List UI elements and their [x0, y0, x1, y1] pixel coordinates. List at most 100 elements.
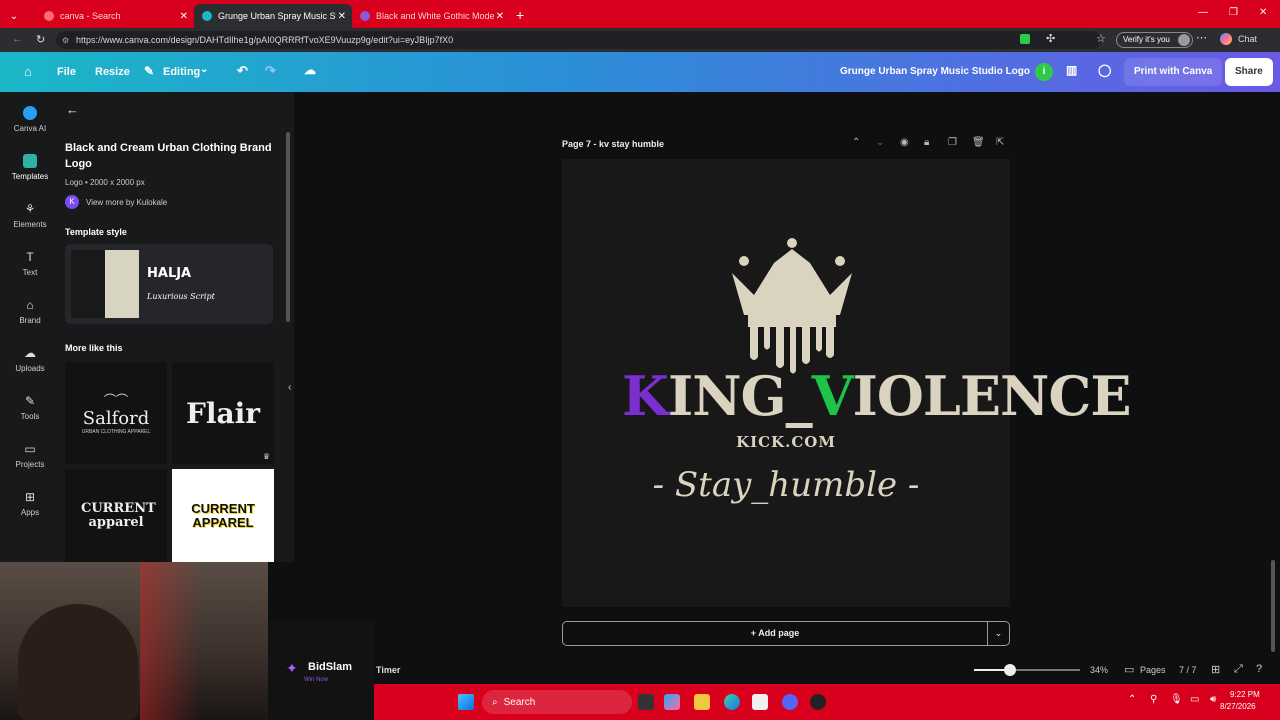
profile-avatar[interactable] — [1177, 34, 1190, 46]
battery-icon[interactable]: ▭ — [1190, 694, 1199, 705]
clock-date[interactable]: 8/27/2026 — [1220, 702, 1256, 711]
comments-icon[interactable]: ◯ — [1098, 63, 1111, 77]
reload-icon[interactable]: ↻ — [36, 33, 45, 46]
chat-label[interactable]: Chat — [1238, 34, 1257, 44]
info-badge[interactable]: i — [1035, 63, 1053, 81]
rail-text[interactable]: T Text — [0, 250, 60, 277]
print-button[interactable]: Print with Canva — [1124, 58, 1223, 86]
tab-canva-search[interactable]: canva - Search ✕ — [36, 4, 194, 28]
chevron-down-icon[interactable]: ⌄ — [876, 137, 884, 148]
taskbar-search[interactable]: ⌕ Search — [482, 690, 632, 714]
crown-drip-graphic[interactable] — [722, 235, 862, 375]
edge-icon[interactable] — [724, 694, 740, 710]
undo-icon[interactable]: ↶ — [237, 63, 248, 79]
rail-apps[interactable]: ⊞ Apps — [0, 490, 60, 517]
rail-templates[interactable]: Templates — [0, 154, 60, 181]
rail-label: Elements — [13, 220, 47, 229]
file-explorer-icon[interactable] — [694, 694, 710, 710]
tab-black-white-gothic[interactable]: Black and White Gothic Modern ✕ — [352, 4, 510, 28]
template-thumb[interactable]: CURRENT apparel — [65, 469, 167, 562]
tools-icon: ✎ — [24, 394, 36, 408]
verify-button[interactable]: Verify it's you — [1116, 32, 1193, 48]
redo-icon[interactable]: ↷ — [265, 63, 276, 79]
rail-brand[interactable]: ⌂ Brand — [0, 298, 60, 325]
back-arrow-icon[interactable]: ← — [66, 102, 79, 117]
network-icon[interactable]: ⚲ — [1150, 694, 1157, 705]
editing-mode-button[interactable]: Editing — [163, 66, 200, 78]
mic-icon[interactable]: 🎙︎ — [1170, 694, 1183, 705]
windows-start-icon[interactable] — [458, 694, 474, 710]
close-icon[interactable]: ✕ — [496, 11, 504, 22]
home-icon[interactable]: ⌂ — [24, 64, 32, 79]
zoom-slider-thumb[interactable] — [1004, 664, 1016, 676]
logo-tagline[interactable]: - Stay_humble - — [562, 465, 1010, 505]
add-page-icon[interactable]: ⇱ — [996, 137, 1004, 148]
copilot-app-icon[interactable] — [664, 694, 680, 710]
back-icon[interactable]: ← — [12, 33, 23, 45]
rail-tools[interactable]: ✎ Tools — [0, 394, 60, 421]
trash-icon[interactable]: 🗑︎ — [972, 137, 985, 148]
duplicate-icon[interactable]: ❐ — [948, 137, 957, 148]
extensions-puzzle-icon[interactable]: ✣ — [1046, 32, 1055, 45]
minimize-icon[interactable]: — — [1198, 7, 1208, 18]
insights-icon[interactable]: ▥ — [1066, 63, 1077, 77]
pages-button[interactable]: Pages — [1140, 665, 1166, 675]
zoom-level[interactable]: 34% — [1090, 665, 1108, 675]
url-field[interactable]: ⚙ https://www.canva.com/design/DAHTdIlhe… — [56, 31, 1101, 49]
volume-icon[interactable]: 🔊︎ — [1210, 694, 1216, 705]
chevron-up-icon[interactable]: ⌃ — [852, 137, 860, 148]
more-icon[interactable]: ⋯ — [1196, 31, 1207, 44]
zoom-slider[interactable] — [974, 664, 1080, 676]
rail-canva-ai[interactable]: Canva AI — [0, 106, 60, 133]
tab-grunge-urban[interactable]: Grunge Urban Spray Music Studio ✕ — [194, 4, 352, 28]
tab-menu-icon[interactable]: ⌄ — [0, 11, 28, 22]
design-title[interactable]: Grunge Urban Spray Music Studio Logo — [840, 66, 1030, 77]
share-button[interactable]: Share — [1225, 58, 1273, 86]
rail-uploads[interactable]: ☁ Uploads — [0, 346, 60, 373]
lock-icon[interactable]: 🔒︎ — [924, 137, 929, 148]
panel-scrollbar[interactable] — [286, 132, 290, 322]
template-thumb[interactable]: CURRENT APPAREL — [172, 469, 274, 562]
template-thumb[interactable]: Flair ♛ — [172, 362, 274, 464]
page-label[interactable]: Page 7 - kv stay humble — [562, 139, 664, 149]
add-page-button[interactable]: + Add page — [562, 621, 988, 646]
favorites-icon[interactable]: ☆ — [1096, 32, 1106, 45]
canvas-scrollbar[interactable] — [1271, 560, 1275, 652]
close-icon[interactable]: ✕ — [180, 11, 188, 22]
close-icon[interactable]: ✕ — [338, 11, 346, 22]
hide-page-icon[interactable]: ◉ — [900, 137, 909, 148]
extension-icon[interactable] — [1020, 34, 1030, 44]
collapse-panel-icon[interactable]: ‹ — [288, 382, 291, 393]
file-menu[interactable]: File — [57, 66, 76, 78]
thumb-title: Flair — [185, 396, 261, 430]
rail-elements[interactable]: ⚘ Elements — [0, 202, 60, 229]
chevron-down-icon[interactable]: ⌄ — [200, 64, 208, 75]
rail-projects[interactable]: ▭ Projects — [0, 442, 60, 469]
template-style-card[interactable]: HALJA Luxurious Script — [65, 244, 273, 324]
timer-button[interactable]: Timer — [376, 665, 400, 675]
site-info-icon[interactable]: ⚙ — [62, 36, 69, 45]
resize-button[interactable]: Resize — [95, 66, 130, 78]
task-view-icon[interactable] — [638, 694, 654, 710]
logo-wordmark[interactable]: KING_VIOLENCE — [622, 364, 1132, 428]
fullscreen-icon[interactable]: ⤢ — [1234, 663, 1243, 676]
new-tab-icon[interactable]: + — [516, 7, 524, 23]
tray-chevron-icon[interactable]: ⌃ — [1128, 694, 1136, 705]
window-close-icon[interactable]: ✕ — [1259, 7, 1267, 18]
add-page-dropdown[interactable]: ⌄ — [988, 621, 1010, 646]
author-link[interactable]: K View more by Kulokale — [65, 195, 167, 209]
pages-icon[interactable]: ▭ — [1124, 663, 1134, 676]
help-icon[interactable]: ? — [1256, 663, 1262, 675]
copilot-icon[interactable] — [1220, 33, 1232, 45]
clock-time[interactable]: 9:22 PM — [1230, 690, 1260, 699]
grid-view-icon[interactable]: ⊞ — [1211, 663, 1220, 676]
obs-icon[interactable] — [810, 694, 826, 710]
design-page[interactable]: KING_VIOLENCE KICK.COM - Stay_humble - — [562, 159, 1132, 607]
maximize-icon[interactable]: ❐ — [1229, 7, 1238, 18]
rail-label: Text — [22, 268, 38, 277]
logo-subtext[interactable]: KICK.COM — [562, 433, 1010, 451]
template-thumb[interactable]: ⌒⌒ Salford URBAN CLOTHING APPAREL — [65, 362, 167, 464]
cloud-sync-icon[interactable]: ☁ — [304, 63, 316, 77]
discord-icon[interactable] — [782, 694, 798, 710]
store-icon[interactable] — [752, 694, 768, 710]
